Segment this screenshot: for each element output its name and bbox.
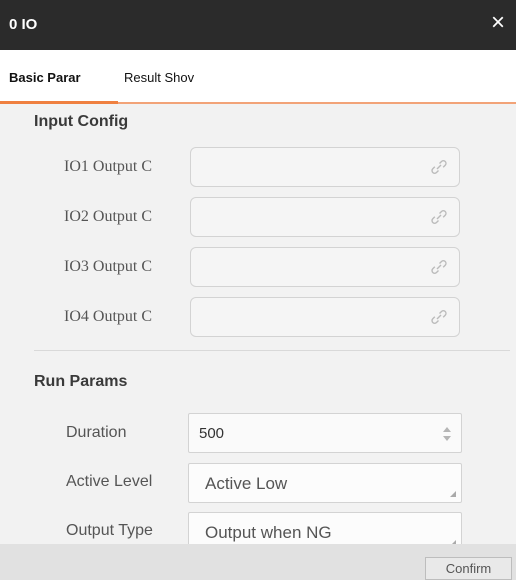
output-type-value: Output when NG — [205, 523, 332, 542]
link-icon[interactable] — [430, 258, 448, 276]
io2-label: IO2 Output C — [64, 208, 152, 225]
title-bar: 0 IO × — [0, 0, 516, 50]
close-icon[interactable]: × — [486, 11, 510, 35]
io3-label: IO3 Output C — [64, 258, 152, 275]
io1-label: IO1 Output C — [64, 158, 152, 175]
run-params-heading: Run Params — [34, 373, 128, 390]
tab-basic-params[interactable]: Basic Parar — [9, 70, 117, 85]
duration-label: Duration — [66, 424, 127, 441]
tab-result-show[interactable]: Result Shov — [124, 70, 194, 85]
duration-input[interactable]: 500 — [188, 413, 462, 453]
active-level-value: Active Low — [205, 474, 288, 493]
io1-output-field[interactable] — [190, 147, 460, 187]
link-icon[interactable] — [430, 308, 448, 326]
window-title: 0 IO — [9, 16, 38, 33]
active-level-label: Active Level — [66, 473, 153, 490]
input-config-heading: Input Config — [34, 113, 129, 130]
link-icon[interactable] — [430, 158, 448, 176]
io4-label: IO4 Output C — [64, 308, 152, 325]
active-tab-indicator — [0, 101, 118, 104]
confirm-button[interactable]: Confirm — [425, 557, 512, 580]
spinner-arrows-icon[interactable] — [442, 424, 452, 444]
dialog-footer: Confirm — [0, 544, 516, 580]
link-icon[interactable] — [430, 208, 448, 226]
io2-output-field[interactable] — [190, 197, 460, 237]
io3-output-field[interactable] — [190, 247, 460, 287]
io4-output-field[interactable] — [190, 297, 460, 337]
tab-bar: Basic Parar Result Shov — [0, 50, 516, 103]
active-level-select[interactable]: Active Low — [188, 463, 462, 503]
output-type-label: Output Type — [66, 522, 153, 539]
resize-grip-icon — [450, 491, 456, 497]
section-divider — [34, 350, 510, 351]
duration-value: 500 — [199, 425, 225, 442]
